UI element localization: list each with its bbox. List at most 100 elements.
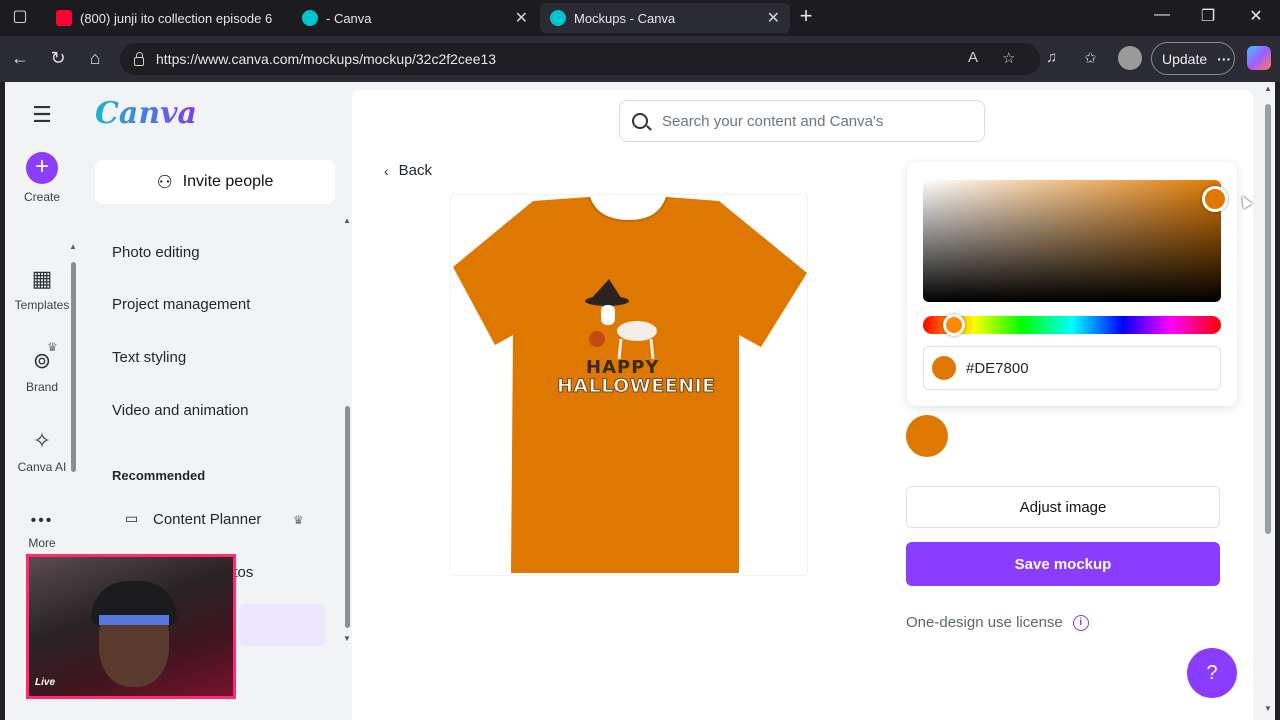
rail-canva-ai[interactable]: ✧ Canva AI [5, 428, 79, 474]
favorite-star-icon[interactable]: ☆ [1002, 49, 1015, 67]
minimize-icon[interactable]: — [1150, 6, 1174, 24]
search-placeholder: Search your content and Canva's [662, 112, 884, 130]
color-swatch-button[interactable] [906, 415, 948, 457]
save-mockup-button[interactable]: Save mockup [906, 542, 1220, 586]
adjust-image-button[interactable]: Adjust image [906, 486, 1220, 528]
design-artwork: HAPPY HALLOWEENIE [551, 279, 716, 409]
scroll-down-icon[interactable]: ▼ [1264, 704, 1272, 713]
tab-actions-icon[interactable]: ▢ [8, 6, 32, 26]
scroll-up-icon[interactable]: ▲ [1264, 84, 1272, 93]
tab-canva[interactable]: - Canva ✕ [292, 3, 538, 33]
rail-label: More [28, 536, 56, 550]
home-icon[interactable]: ⌂ [83, 48, 107, 69]
search-input[interactable]: Search your content and Canva's [619, 100, 985, 142]
update-button[interactable]: Update ··· [1151, 42, 1235, 75]
rail-create[interactable]: + Create [5, 152, 79, 204]
collapse-menu[interactable]: ☰ [5, 102, 79, 134]
address-bar: ← ↻ ⌂ https://www.canva.com/mockups/mock… [0, 36, 1280, 82]
nav-content-planner[interactable]: Content Planner [153, 511, 261, 528]
read-aloud-icon[interactable]: A [968, 49, 978, 66]
main-area: Search your content and Canva's ‹ Back H… [352, 90, 1253, 720]
copilot-icon[interactable] [1247, 46, 1271, 70]
saturation-area[interactable] [923, 180, 1221, 302]
scroll-thumb[interactable] [1265, 104, 1271, 534]
scroll-thumb[interactable] [71, 262, 76, 472]
headband [99, 615, 169, 625]
new-tab-icon[interactable]: + [794, 3, 818, 29]
add-people-icon: ⚇ [156, 171, 173, 192]
selected-item-highlight[interactable] [239, 604, 325, 646]
nav-text-styling[interactable]: Text styling [112, 349, 186, 366]
crown-icon: ♛ [47, 340, 58, 354]
nav-photo-editing[interactable]: Photo editing [112, 244, 200, 261]
tab-title: (800) junji ito collection episode 6 [80, 10, 273, 26]
invite-people-button[interactable]: ⚇ Invite people [95, 160, 335, 204]
nav-video-animation[interactable]: Video and animation [112, 402, 249, 419]
tab-youtube[interactable]: (800) junji ito collection episode 6 [46, 3, 288, 33]
rail-brand[interactable]: ⊚ Brand [5, 348, 79, 394]
back-arrow-icon[interactable]: ← [8, 48, 32, 69]
license-label: One-design use license [906, 614, 1063, 631]
url-text: https://www.canva.com/mockups/mockup/32c… [156, 51, 497, 67]
hue-knob[interactable] [943, 314, 965, 336]
lock-icon [134, 51, 144, 66]
live-badge: Live [35, 677, 56, 688]
rail-more[interactable]: ••• More [5, 512, 79, 550]
close-tab-icon[interactable]: ✕ [767, 8, 780, 28]
page-scrollbar[interactable]: ▲ ▼ [1262, 82, 1274, 720]
youtube-icon [56, 10, 72, 26]
plus-icon: + [26, 152, 58, 184]
scroll-down-icon[interactable]: ▼ [343, 634, 351, 643]
nav-project-management[interactable]: Project management [112, 296, 250, 313]
tab-title: - Canva [326, 10, 372, 26]
canva-logo[interactable]: Canva [95, 96, 197, 131]
hue-slider[interactable] [923, 316, 1221, 334]
tab-mockups[interactable]: Mockups - Canva ✕ [540, 3, 790, 33]
hex-value: #DE7800 [966, 359, 1029, 377]
browser-tab-bar: ▢ (800) junji ito collection episode 6 -… [0, 0, 1280, 36]
scroll-up-icon[interactable]: ▲ [69, 242, 77, 251]
profile-avatar[interactable] [1118, 46, 1142, 70]
back-button[interactable]: ‹ Back [384, 162, 432, 179]
webcam-overlay: Live [26, 554, 236, 699]
brand-icon: ⊚ [32, 348, 52, 373]
back-label: Back [398, 162, 433, 179]
recommended-heading: Recommended [112, 468, 206, 483]
canva-page: ☰ + Create ▦ Templates ⊚ Brand ♛ ✧ Canva… [5, 82, 1275, 720]
restore-icon[interactable]: ❐ [1196, 6, 1220, 26]
more-dots-icon: ··· [1217, 50, 1232, 67]
chevron-left-icon: ‹ [384, 162, 389, 179]
license-info: One-design use license i [906, 614, 1089, 631]
collapse-menu-icon: ☰ [32, 102, 52, 127]
search-icon [632, 113, 648, 129]
current-color-swatch [932, 356, 956, 380]
help-button[interactable]: ? [1187, 648, 1237, 698]
hex-input[interactable]: #DE7800 [923, 346, 1221, 390]
url-field[interactable]: https://www.canva.com/mockups/mockup/32c… [120, 43, 1040, 75]
scroll-thumb[interactable] [345, 406, 350, 628]
close-window-icon[interactable]: ✕ [1244, 6, 1268, 26]
tab-title: Mockups - Canva [574, 10, 676, 26]
rail-templates[interactable]: ▦ Templates [5, 266, 79, 312]
rail-label: Brand [25, 380, 59, 394]
saturation-knob[interactable] [1202, 186, 1228, 212]
extensions-icon[interactable]: ♫ [1046, 49, 1057, 66]
close-tab-icon[interactable]: ✕ [515, 8, 528, 28]
info-icon[interactable]: i [1072, 614, 1089, 631]
canva-favicon-icon [302, 10, 318, 26]
favorites-icon[interactable]: ✩ [1084, 49, 1097, 67]
rail-label: Create [23, 190, 61, 204]
calendar-icon: ▭ [125, 510, 139, 526]
refresh-icon[interactable]: ↻ [46, 48, 70, 69]
update-label: Update [1162, 50, 1208, 67]
design-text-halloweenie: HALLOWEENIE [557, 375, 716, 398]
rail-label: Templates [14, 298, 70, 312]
sparkle-icon: ✧ [32, 428, 52, 453]
crown-icon: ♛ [293, 513, 304, 527]
templates-icon: ▦ [31, 266, 53, 291]
scroll-up-icon[interactable]: ▲ [343, 216, 351, 225]
color-picker: #DE7800 [907, 162, 1237, 406]
panel-scrollbar[interactable]: ▲ ▼ [343, 216, 351, 646]
invite-label: Invite people [182, 173, 274, 190]
canva-favicon-icon [550, 10, 566, 26]
